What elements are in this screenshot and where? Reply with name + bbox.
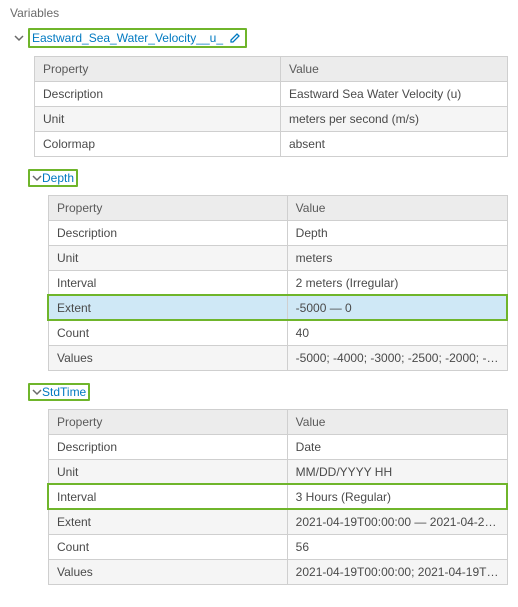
cell-value: Depth (287, 221, 507, 246)
cell-property: Colormap (35, 132, 281, 157)
cell-value: absent (280, 132, 507, 157)
cell-property: Values (49, 560, 288, 585)
cell-value: 2 meters (Irregular) (287, 271, 507, 296)
cell-value: meters per second (m/s) (280, 107, 507, 132)
main-variable-table: Property Value DescriptionEastward Sea W… (34, 56, 508, 157)
cell-value: 40 (287, 321, 507, 346)
cell-value: -5000; -4000; -3000; -2500; -2000; -1500… (287, 346, 507, 371)
table-row[interactable]: DescriptionDepth (49, 221, 508, 246)
cell-property: Description (49, 221, 288, 246)
cell-property: Unit (35, 107, 281, 132)
cell-value: MM/DD/YYYY HH (287, 460, 507, 485)
cell-property: Values (49, 346, 288, 371)
section-main-variable: Eastward_Sea_Water_Velocity__u_ Property… (10, 26, 508, 157)
section-stdtime: StdTime Property Value DescriptionDateUn… (24, 381, 508, 585)
header-value[interactable]: Value (287, 196, 507, 221)
cell-property: Interval (49, 271, 288, 296)
depth-title[interactable]: Depth (42, 171, 74, 185)
table-row[interactable]: Count56 (49, 535, 508, 560)
cell-property: Unit (49, 246, 288, 271)
variable-name[interactable]: Eastward_Sea_Water_Velocity__u_ (32, 31, 223, 45)
cell-property: Extent (49, 296, 288, 321)
cell-property: Description (35, 82, 281, 107)
chevron-down-icon[interactable] (14, 33, 24, 43)
table-row[interactable]: Count40 (49, 321, 508, 346)
cell-value: -5000 — 0 (287, 296, 507, 321)
table-header-row: Property Value (49, 196, 508, 221)
depth-table: Property Value DescriptionDepthUnitmeter… (48, 195, 508, 371)
table-row[interactable]: Interval3 Hours (Regular) (49, 485, 508, 510)
cell-value: 56 (287, 535, 507, 560)
header-value[interactable]: Value (280, 57, 507, 82)
table-row[interactable]: DescriptionEastward Sea Water Velocity (… (35, 82, 508, 107)
variable-name-highlight: Eastward_Sea_Water_Velocity__u_ (28, 28, 247, 48)
table-header-row: Property Value (35, 57, 508, 82)
header-property[interactable]: Property (49, 196, 288, 221)
table-row[interactable]: Values2021-04-19T00:00:00; 2021-04-19T03… (49, 560, 508, 585)
cell-value: meters (287, 246, 507, 271)
table-row[interactable]: Extent2021-04-19T00:00:00 — 2021-04-25T2… (49, 510, 508, 535)
header-property[interactable]: Property (49, 410, 288, 435)
table-row[interactable]: Values-5000; -4000; -3000; -2500; -2000;… (49, 346, 508, 371)
cell-value: 3 Hours (Regular) (287, 485, 507, 510)
table-row[interactable]: DescriptionDate (49, 435, 508, 460)
pencil-icon[interactable] (229, 32, 241, 44)
header-value[interactable]: Value (287, 410, 507, 435)
cell-value: 2021-04-19T00:00:00 — 2021-04-25T21:00:0… (287, 510, 507, 535)
cell-property: Unit (49, 460, 288, 485)
cell-property: Count (49, 535, 288, 560)
table-row[interactable]: Colormapabsent (35, 132, 508, 157)
cell-property: Description (49, 435, 288, 460)
chevron-down-icon[interactable] (32, 387, 42, 397)
panel-title: Variables (10, 6, 508, 20)
chevron-down-icon[interactable] (32, 173, 42, 183)
stdtime-table: Property Value DescriptionDateUnitMM/DD/… (48, 409, 508, 585)
cell-property: Count (49, 321, 288, 346)
header-property[interactable]: Property (35, 57, 281, 82)
section-depth: Depth Property Value DescriptionDepthUni… (24, 167, 508, 371)
table-row[interactable]: Unitmeters per second (m/s) (35, 107, 508, 132)
cell-property: Extent (49, 510, 288, 535)
depth-title-highlight: Depth (28, 169, 78, 187)
table-header-row: Property Value (49, 410, 508, 435)
cell-property: Interval (49, 485, 288, 510)
table-row[interactable]: Extent-5000 — 0 (49, 296, 508, 321)
stdtime-title[interactable]: StdTime (42, 385, 86, 399)
cell-value: Date (287, 435, 507, 460)
cell-value: 2021-04-19T00:00:00; 2021-04-19T03:00:00… (287, 560, 507, 585)
table-row[interactable]: Interval2 meters (Irregular) (49, 271, 508, 296)
cell-value: Eastward Sea Water Velocity (u) (280, 82, 507, 107)
table-row[interactable]: Unitmeters (49, 246, 508, 271)
stdtime-title-highlight: StdTime (28, 383, 90, 401)
table-row[interactable]: UnitMM/DD/YYYY HH (49, 460, 508, 485)
